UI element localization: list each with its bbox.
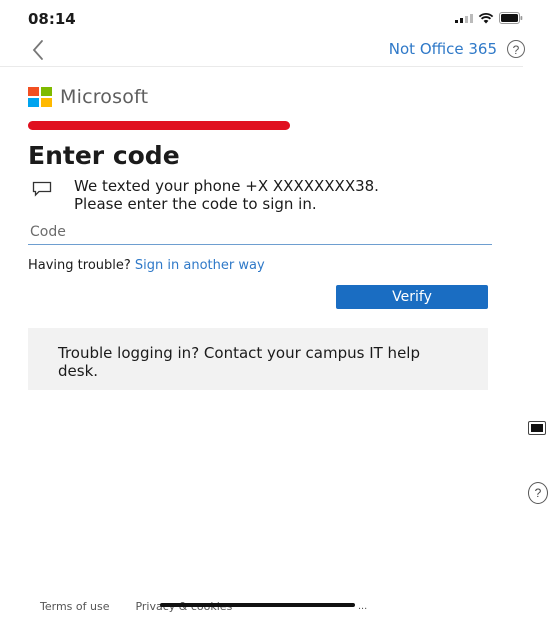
side-help-icon[interactable]: ?	[528, 482, 548, 504]
brand: Microsoft	[28, 86, 148, 108]
terms-of-use-link[interactable]: Terms of use	[40, 600, 109, 613]
microsoft-logo-icon	[28, 87, 52, 107]
status-icons	[455, 12, 523, 24]
help-info-box: Trouble logging in? Contact your campus …	[28, 328, 488, 390]
footer-more[interactable]: ...	[358, 600, 367, 612]
side-square-icon[interactable]	[528, 421, 546, 435]
status-time: 08:14	[28, 10, 76, 28]
wifi-icon	[478, 12, 494, 24]
help-circle-icon[interactable]: ?	[507, 40, 525, 58]
trouble-text: Having trouble?	[28, 258, 131, 273]
description-line-2: Please enter the code to sign in.	[74, 195, 317, 213]
sms-description: We texted your phone +X XXXXXXXX38. Plea…	[74, 177, 494, 213]
code-input[interactable]	[28, 220, 492, 245]
back-button[interactable]	[28, 36, 50, 64]
signal-icon	[455, 13, 473, 23]
nav-divider	[0, 66, 523, 67]
battery-icon	[499, 12, 523, 24]
redacted-account	[28, 121, 290, 130]
footer-redaction	[160, 603, 355, 607]
chat-bubble-icon	[32, 181, 52, 202]
page-title: Enter code	[28, 141, 180, 170]
sign-in-another-way-link[interactable]: Sign in another way	[135, 258, 265, 273]
description-line-1: We texted your phone +X XXXXXXXX38.	[74, 177, 379, 195]
chevron-left-icon	[32, 40, 43, 60]
brand-name: Microsoft	[60, 86, 149, 108]
nav-actions: Not Office 365 ?	[389, 40, 525, 58]
verify-button[interactable]: Verify	[336, 285, 488, 309]
help-info-text: Trouble logging in? Contact your campus …	[58, 344, 420, 380]
not-office-365-link[interactable]: Not Office 365	[389, 40, 497, 58]
trouble-row: Having trouble? Sign in another way	[28, 258, 265, 273]
